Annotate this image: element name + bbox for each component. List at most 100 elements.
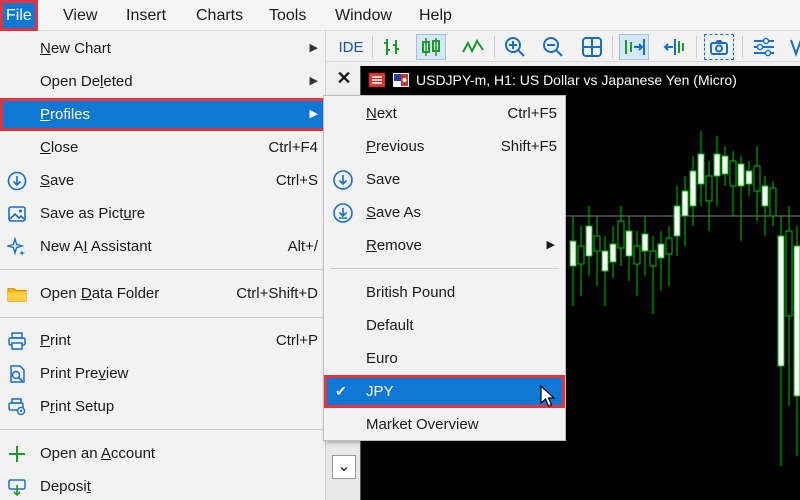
- toolbar-separator: [612, 36, 613, 58]
- candle-body: [633, 245, 641, 265]
- zoom-out-icon[interactable]: [539, 34, 567, 60]
- file-menu-print-setup[interactable]: Print Setup: [0, 390, 326, 423]
- close-icon: ✕: [336, 67, 352, 88]
- menu-separator: [0, 269, 326, 270]
- menu-item-label: Remove: [366, 237, 422, 254]
- mouse-cursor-icon: [540, 385, 556, 407]
- printer-icon: [7, 331, 27, 351]
- menu-insert[interactable]: Insert: [120, 0, 172, 31]
- menu-help[interactable]: Help: [413, 0, 458, 31]
- candle-body: [609, 243, 617, 263]
- candle-body: [721, 155, 729, 175]
- candle-body: [777, 235, 785, 367]
- indicators-icon[interactable]: [749, 34, 779, 60]
- toolbar-separator: [372, 36, 373, 58]
- menu-shortcut: Alt+/: [287, 238, 318, 255]
- screenshot-icon[interactable]: [704, 34, 734, 60]
- tile-windows-icon[interactable]: [578, 34, 606, 60]
- menu-item-label: Profiles: [40, 106, 91, 123]
- sparkle-icon: [7, 237, 27, 257]
- candle-body: [737, 163, 745, 187]
- toolbar-separator: [742, 36, 743, 58]
- candle-body: [769, 187, 777, 217]
- file-menu-print[interactable]: Print Ctrl+P: [0, 324, 326, 357]
- candle-body: [793, 245, 800, 397]
- candle-body: [745, 170, 753, 185]
- scroll-down-button[interactable]: ⌄: [332, 455, 356, 479]
- line-chart-icon[interactable]: [458, 34, 488, 60]
- profiles-save-as[interactable]: Save As: [324, 196, 565, 229]
- save-profile-icon: [332, 169, 354, 191]
- menu-insert-label: Insert: [126, 7, 167, 24]
- file-menu-profiles[interactable]: Profiles ▶: [0, 98, 326, 131]
- candle-body: [657, 243, 665, 259]
- save-as-icon: [332, 202, 354, 224]
- menu-item-label: Print Setup: [40, 398, 115, 415]
- autoscroll-icon[interactable]: [619, 34, 649, 60]
- menu-item-label: British Pound: [366, 284, 456, 301]
- profiles-previous[interactable]: Previous Shift+F5: [324, 130, 565, 163]
- profile-euro[interactable]: Euro: [324, 342, 565, 375]
- profiles-next[interactable]: Next Ctrl+F5: [324, 97, 565, 130]
- candle-body: [681, 190, 689, 217]
- print-preview-icon: [7, 364, 27, 384]
- toolbar: IDE: [326, 31, 800, 62]
- submenu-arrow-icon: ▶: [309, 42, 318, 54]
- profiles-remove[interactable]: Remove ▶: [324, 229, 565, 262]
- file-menu-save-as-picture[interactable]: Save as Picture: [0, 197, 326, 230]
- chart-shift-icon[interactable]: [659, 34, 689, 60]
- file-menu: New Chart ▶ Open Deleted ▶ Profiles ▶ Cl…: [0, 31, 326, 500]
- menu-file[interactable]: File: [0, 0, 38, 31]
- menu-shortcut: Ctrl+Shift+D: [236, 285, 318, 302]
- candle-body: [697, 153, 705, 185]
- ide-button-label: IDE: [338, 38, 364, 56]
- file-menu-new-chart[interactable]: New Chart ▶: [0, 32, 326, 65]
- menu-window[interactable]: Window: [329, 0, 398, 31]
- profiles-save[interactable]: Save: [324, 163, 565, 196]
- candle-body: [649, 250, 657, 267]
- file-menu-print-preview[interactable]: Print Preview: [0, 357, 326, 390]
- candle-body: [705, 175, 713, 202]
- toolbar-separator: [696, 36, 697, 58]
- zoom-in-icon[interactable]: [501, 34, 529, 60]
- profile-market-overview[interactable]: Market Overview: [324, 408, 565, 441]
- menu-item-label: Open an Account: [40, 445, 156, 462]
- profile-default[interactable]: Default: [324, 309, 565, 342]
- profile-british-pound[interactable]: British Pound: [324, 276, 565, 309]
- file-menu-save[interactable]: Save Ctrl+S: [0, 164, 326, 197]
- candlestick-icon[interactable]: [416, 34, 446, 60]
- plus-icon: [7, 444, 27, 464]
- candle-body: [617, 220, 625, 249]
- chart-title-bar: USDJPY-m, H1: US Dollar vs Japanese Yen …: [368, 70, 737, 90]
- menu-item-label: Market Overview: [366, 416, 479, 433]
- toolbar-overflow[interactable]: [789, 34, 800, 60]
- menu-tools[interactable]: Tools: [263, 0, 312, 31]
- profiles-submenu: Next Ctrl+F5 Previous Shift+F5 Save Save…: [323, 95, 566, 441]
- menu-charts[interactable]: Charts: [190, 0, 249, 31]
- toolbar-separator: [494, 36, 495, 58]
- menu-shortcut: Ctrl+F5: [507, 105, 557, 122]
- ide-button[interactable]: IDE: [334, 34, 368, 60]
- file-menu-open-account[interactable]: Open an Account: [0, 437, 326, 470]
- menu-view[interactable]: View: [57, 0, 103, 31]
- menu-file-label: File: [6, 7, 32, 24]
- file-menu-close[interactable]: Close Ctrl+F4: [0, 131, 326, 164]
- menu-item-label: Save As: [366, 204, 422, 221]
- menu-separator: [330, 268, 559, 269]
- close-chart-button[interactable]: ✕: [330, 66, 358, 90]
- candle-body: [641, 233, 649, 252]
- menu-item-label: Open Deleted: [40, 73, 133, 90]
- profile-jpy[interactable]: ✔ JPY: [324, 375, 565, 408]
- file-menu-new-ai-assistant[interactable]: New AI Assistant Alt+/: [0, 230, 326, 263]
- file-menu-deposit[interactable]: Deposit: [0, 470, 326, 500]
- submenu-arrow-icon: ▶: [309, 75, 318, 87]
- bar-chart-icon[interactable]: [378, 34, 406, 60]
- candle-body: [601, 250, 609, 272]
- file-menu-open-deleted[interactable]: Open Deleted ▶: [0, 65, 326, 98]
- candle-body: [577, 245, 585, 265]
- print-setup-icon: [7, 397, 27, 417]
- file-menu-open-data-folder[interactable]: Open Data Folder Ctrl+Shift+D: [0, 277, 326, 310]
- menu-item-label: Open Data Folder: [40, 285, 160, 302]
- menu-window-label: Window: [335, 7, 392, 24]
- candle-body: [625, 230, 633, 257]
